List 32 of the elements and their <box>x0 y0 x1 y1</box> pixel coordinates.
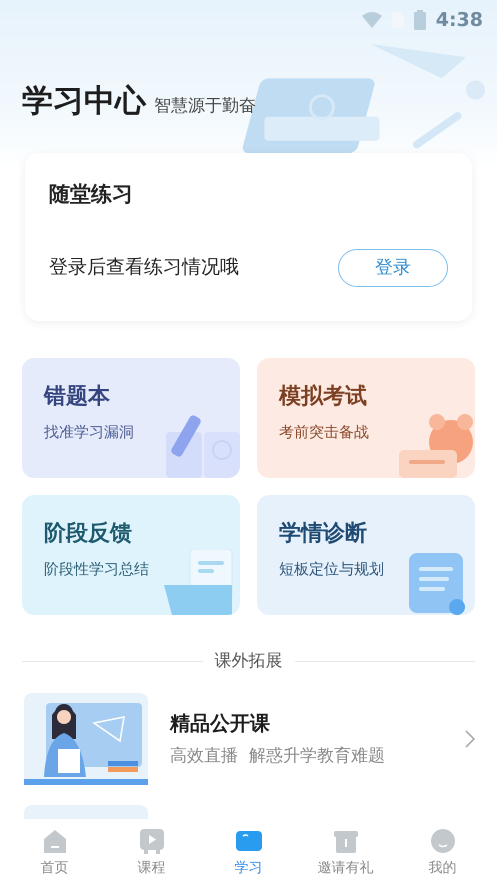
card-subtitle: 考前突击备战 <box>279 422 370 443</box>
section-title: 课外拓展 <box>214 650 282 673</box>
tab-item[interactable]: 课程 <box>112 821 192 883</box>
page-title: 学习中心 <box>22 82 146 121</box>
battery-icon <box>414 10 426 30</box>
feature-card[interactable]: 阶段反馈 阶段性学习总结 <box>22 495 240 615</box>
feature-card[interactable]: 模拟考试 考前突击备战 <box>257 358 475 478</box>
card-title: 随堂练习 <box>49 181 134 208</box>
login-button[interactable]: 登录 <box>338 248 448 286</box>
chevron-right-icon <box>465 730 475 748</box>
tab-item[interactable]: 首页 <box>14 821 94 883</box>
slogan: 智慧源于勤奋 <box>154 95 256 118</box>
tab-item[interactable]: 邀请有礼 <box>306 821 386 883</box>
card-subtitle: 阶段性学习总结 <box>44 559 150 580</box>
card-title: 模拟考试 <box>279 383 368 411</box>
card-title: 错题本 <box>44 383 111 411</box>
card-title: 阶段反馈 <box>44 520 133 548</box>
card-title: 学情诊断 <box>279 520 368 548</box>
feature-card[interactable]: 错题本 找准学习漏洞 <box>22 358 240 478</box>
course-item[interactable]: 精品公开课 高效直播 解惑升学教育难题 <box>24 692 475 784</box>
login-hint: 登录后查看练习情况哦 <box>49 255 239 280</box>
course-title: 精品公开课 <box>170 710 271 737</box>
course-subtitle: 高效直播 解惑升学教育难题 <box>170 744 386 768</box>
card-subtitle: 找准学习漏洞 <box>44 422 135 443</box>
tab-item[interactable]: 学习 <box>208 821 288 883</box>
tab-item[interactable]: 我的 <box>402 821 482 883</box>
card-subtitle: 短板定位与规划 <box>279 559 385 580</box>
video-icon <box>138 827 166 855</box>
face-icon <box>428 827 456 855</box>
wifi-icon <box>362 12 382 28</box>
feature-card[interactable]: 学情诊断 短板定位与规划 <box>257 495 475 615</box>
clock-time: 4:38 <box>436 8 483 33</box>
